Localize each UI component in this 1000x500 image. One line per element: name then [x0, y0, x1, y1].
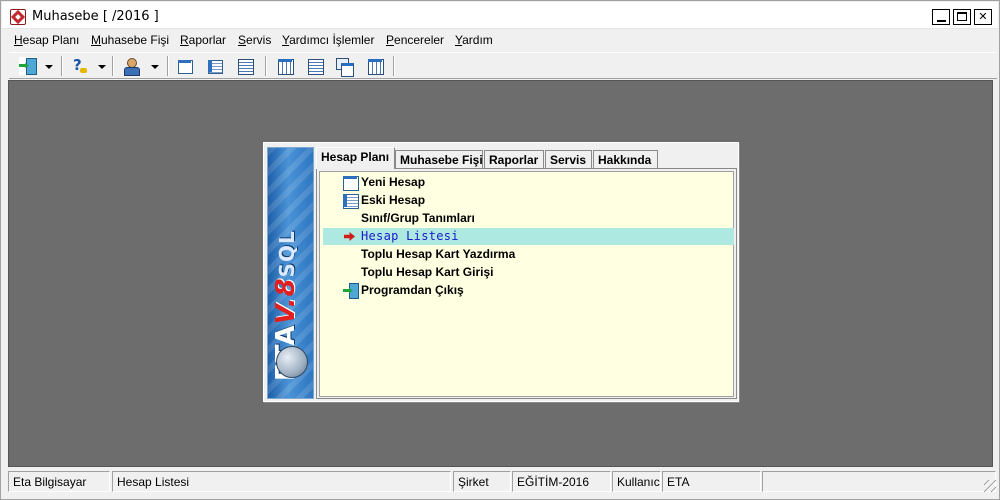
window-icon[interactable] [176, 57, 194, 75]
window-title: Muhasebe [ /2016 ] [32, 9, 159, 24]
option-label: Toplu Hesap Kart Yazdırma [361, 247, 516, 261]
menu-bar: Hesap Planı Muhasebe Fişi Raporlar Servi… [2, 30, 998, 50]
title-bar[interactable]: Muhasebe [ /2016 ] ✕ [2, 2, 998, 29]
option-eski-hesap[interactable]: Eski Hesap [323, 192, 734, 209]
toolbar-separator [112, 56, 114, 76]
list-window-icon[interactable] [206, 57, 224, 75]
tab-servis[interactable]: Servis [545, 150, 592, 168]
chevron-down-icon[interactable] [45, 65, 53, 69]
option-toplu-hesap-kart-yazdirma[interactable]: Toplu Hesap Kart Yazdırma [323, 246, 734, 263]
option-yeni-hesap[interactable]: Yeni Hesap [323, 174, 734, 191]
menu-label: ardım [462, 33, 493, 47]
globe-icon [276, 346, 308, 378]
tab-panel: Yeni Hesap Eski Hesap Sınıf/Grup Tanımla… [316, 168, 737, 399]
brand-suffix: SQL [275, 230, 299, 278]
table-icon[interactable] [366, 57, 384, 75]
tab-raporlar[interactable]: Raporlar [484, 150, 544, 168]
status-current-screen: Hesap Listesi [112, 471, 451, 492]
exit-icon [343, 283, 359, 299]
tab-hesap-plani[interactable]: Hesap Planı [316, 147, 395, 169]
option-label: Sınıf/Grup Tanımları [361, 211, 475, 225]
option-toplu-hesap-kart-girisi[interactable]: Toplu Hesap Kart Girişi [323, 264, 734, 281]
close-icon: ✕ [978, 10, 988, 23]
toolbar-separator [265, 56, 267, 76]
eta-v8-sql-banner: ETAV.8SQL [267, 147, 314, 399]
tab-hakkinda[interactable]: Hakkında [593, 150, 658, 168]
menu-label: esap Planı [22, 33, 80, 47]
menu-yardimci-islemler[interactable]: Yardımcı İşlemler [282, 33, 374, 47]
maximize-button[interactable] [953, 9, 971, 25]
status-empty-panel [762, 471, 996, 492]
menu-raporlar[interactable]: Raporlar [180, 33, 226, 47]
chevron-down-icon[interactable] [98, 65, 106, 69]
option-label: Toplu Hesap Kart Girişi [361, 265, 494, 279]
option-label: Hesap Listesi [361, 229, 459, 243]
menu-pencereler[interactable]: Pencereler [386, 33, 444, 47]
help-icon[interactable] [71, 56, 89, 75]
menu-muhasebe-fisi[interactable]: Muhasebe Fişi [91, 33, 169, 47]
maximize-icon [957, 12, 967, 21]
minimize-button[interactable] [932, 9, 950, 25]
status-user-label: Kullanıcı [612, 471, 661, 492]
resize-grip-icon[interactable] [984, 480, 996, 492]
option-label: Yeni Hesap [361, 175, 426, 189]
cascade-icon[interactable] [335, 57, 354, 77]
option-programdan-cikis[interactable]: Programdan Çıkış [323, 282, 734, 299]
menu-label: uhasebe Fişi [101, 33, 170, 47]
status-company-value: EĞİTİM-2016 [512, 471, 611, 492]
user-icon[interactable] [123, 57, 141, 76]
chevron-down-icon[interactable] [151, 65, 159, 69]
exit-icon[interactable] [19, 57, 37, 75]
menu-mnemonic: S [238, 33, 247, 47]
main-menu-dialog: ETAV.8SQL Hesap Planı Muhasebe Fişi Rapo… [263, 142, 739, 402]
grid-icon[interactable] [276, 57, 294, 75]
toolbar [9, 52, 997, 79]
option-sinif-grup-tanimlari[interactable]: Sınıf/Grup Tanımları [323, 210, 734, 227]
option-label: Eski Hesap [361, 193, 426, 207]
menu-mnemonic: M [91, 33, 101, 47]
menu-label: aporlar [188, 33, 227, 47]
status-company-label: Şirket [453, 471, 511, 492]
option-list: Yeni Hesap Eski Hesap Sınıf/Grup Tanımla… [319, 171, 734, 397]
option-hesap-listesi[interactable]: Hesap Listesi [323, 228, 734, 245]
list-window-icon [343, 193, 359, 209]
menu-label: ervis [246, 33, 272, 47]
menu-servis[interactable]: Servis [238, 33, 271, 47]
menu-hesap-plani[interactable]: Hesap Planı [14, 33, 79, 47]
menu-mnemonic: H [14, 33, 23, 47]
app-logo-icon[interactable] [10, 9, 26, 25]
window-icon [343, 175, 359, 191]
status-company-name: Eta Bilgisayar [8, 471, 110, 492]
detail-list-icon[interactable] [236, 57, 254, 75]
option-label: Programdan Çıkış [361, 283, 464, 297]
main-window: Muhasebe [ /2016 ] ✕ Hesap Planı Muhaseb… [0, 0, 1000, 500]
close-button[interactable]: ✕ [974, 9, 992, 25]
toolbar-separator [61, 56, 63, 76]
status-user-value: ETA [662, 471, 761, 492]
menu-mnemonic: P [386, 33, 395, 47]
menu-label: encereler [394, 33, 445, 47]
menu-mnemonic: R [180, 33, 189, 47]
menu-label: ardımcı İşlemler [289, 33, 375, 47]
toolbar-separator [167, 56, 169, 76]
menu-yardim[interactable]: Yardım [455, 33, 493, 47]
grid-columns-icon[interactable] [306, 57, 324, 75]
brand-version: V.8 [271, 277, 301, 325]
arrow-right-icon [344, 232, 355, 241]
status-bar: Eta Bilgisayar Hesap Listesi Şirket EĞİT… [4, 470, 998, 494]
tab-muhasebe-fisi[interactable]: Muhasebe Fişi [395, 150, 483, 168]
minimize-icon [937, 20, 946, 22]
toolbar-separator [393, 56, 395, 76]
